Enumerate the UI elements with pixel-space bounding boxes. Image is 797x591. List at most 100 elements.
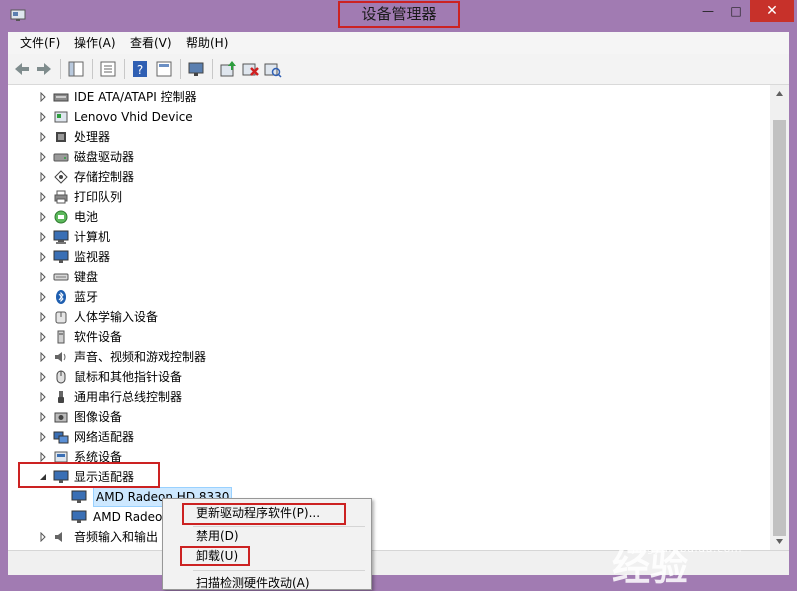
tree-item-label: 键盘 xyxy=(74,270,99,284)
tree-category-row[interactable]: 存储控制器 xyxy=(8,167,770,187)
toolbar: ? xyxy=(8,54,789,85)
tree-category-row[interactable]: 声音、视频和游戏控制器 xyxy=(8,347,770,367)
forward-arrow-icon[interactable] xyxy=(34,59,54,79)
menu-bar: 文件(F) 操作(A) 查看(V) 帮助(H) xyxy=(8,32,789,54)
imaging-device-icon xyxy=(54,412,68,423)
monitor-icon[interactable] xyxy=(186,59,206,79)
menu-help[interactable]: 帮助(H) xyxy=(186,32,228,54)
watermark-url: jingyan.baidu.com xyxy=(632,542,743,555)
back-arrow-icon[interactable] xyxy=(12,59,32,79)
tree-item-label: 声音、视频和游戏控制器 xyxy=(74,350,207,364)
menu-separator xyxy=(193,570,365,571)
tree-category-row[interactable]: 通用串行总线控制器 xyxy=(8,387,770,407)
storage-controller-icon xyxy=(54,170,68,184)
menu-file[interactable]: 文件(F) xyxy=(20,32,60,54)
keyboard-icon xyxy=(53,273,69,281)
tree-category-row[interactable]: 磁盘驱动器 xyxy=(8,147,770,167)
maximize-button[interactable]: □ xyxy=(722,0,750,22)
help-icon[interactable]: ? xyxy=(130,59,150,79)
expand-arrow-icon[interactable] xyxy=(38,132,48,142)
tree-category-row[interactable]: 网络适配器 xyxy=(8,427,770,447)
tree-item-label: IDE ATA/ATAPI 控制器 xyxy=(74,90,197,104)
tree-category-row[interactable]: 计算机 xyxy=(8,227,770,247)
tree-item-label: 通用串行总线控制器 xyxy=(74,390,183,404)
disk-drive-icon xyxy=(53,153,69,162)
tree-item-label: 鼠标和其他指针设备 xyxy=(74,370,183,384)
tree-category-row[interactable]: 电池 xyxy=(8,207,770,227)
toolbar-separator xyxy=(180,59,181,79)
highlight-display-adapters xyxy=(18,462,160,488)
menu-item-disable[interactable]: 禁用(D) xyxy=(196,526,239,546)
uninstall-device-icon[interactable] xyxy=(240,59,260,79)
vertical-scrollbar[interactable] xyxy=(770,85,789,550)
expand-arrow-icon[interactable] xyxy=(38,272,48,282)
audio-io-icon xyxy=(55,532,62,542)
tree-category-row[interactable]: 软件设备 xyxy=(8,327,770,347)
svg-text:?: ? xyxy=(137,63,143,77)
tree-item-label: 磁盘驱动器 xyxy=(74,150,135,164)
highlight-uninstall xyxy=(180,546,250,566)
expand-arrow-icon[interactable] xyxy=(38,252,48,262)
tree-item-label: 图像设备 xyxy=(74,410,123,424)
expand-arrow-icon[interactable] xyxy=(38,192,48,202)
expand-arrow-icon[interactable] xyxy=(38,172,48,182)
ide-controller-icon xyxy=(53,93,69,102)
tree-item-label: 处理器 xyxy=(74,130,111,144)
expand-arrow-icon[interactable] xyxy=(38,352,48,362)
display-adapter-icon xyxy=(71,510,87,523)
expand-arrow-icon[interactable] xyxy=(38,312,48,322)
tree-category-row[interactable]: IDE ATA/ATAPI 控制器 xyxy=(8,87,770,107)
expand-arrow-icon[interactable] xyxy=(38,112,48,122)
menu-item-scan-hardware[interactable]: 扫描检测硬件改动(A) xyxy=(196,573,310,589)
scan-hardware-icon[interactable] xyxy=(262,59,282,79)
tree-item-label: 网络适配器 xyxy=(74,430,135,444)
show-hide-tree-icon[interactable] xyxy=(66,59,86,79)
toolbar-separator xyxy=(212,59,213,79)
tree-item-label: 音频输入和输出 xyxy=(74,530,159,544)
tree-category-row[interactable]: 蓝牙 xyxy=(8,287,770,307)
toolbar-separator xyxy=(124,59,125,79)
tree-category-row[interactable]: 键盘 xyxy=(8,267,770,287)
update-driver-icon[interactable] xyxy=(218,59,238,79)
expand-arrow-icon[interactable] xyxy=(38,372,48,382)
tree-item-label: 蓝牙 xyxy=(74,290,99,304)
speaker-icon xyxy=(55,352,66,362)
scroll-up-arrow-icon[interactable] xyxy=(770,85,789,102)
tree-item-label: Lenovo Vhid Device xyxy=(74,110,193,124)
properties-icon[interactable] xyxy=(98,59,118,79)
tree-category-row[interactable]: Lenovo Vhid Device xyxy=(8,107,770,127)
tree-category-row[interactable]: 人体学输入设备 xyxy=(8,307,770,327)
close-button[interactable]: ✕ xyxy=(750,0,794,22)
software-device-icon xyxy=(57,330,65,344)
expand-arrow-icon[interactable] xyxy=(38,532,48,542)
expand-arrow-icon[interactable] xyxy=(38,392,48,402)
minimize-button[interactable]: — xyxy=(694,0,722,22)
tree-category-row[interactable]: 图像设备 xyxy=(8,407,770,427)
expand-arrow-icon[interactable] xyxy=(38,432,48,442)
expand-arrow-icon[interactable] xyxy=(38,212,48,222)
battery-icon xyxy=(54,210,68,224)
scroll-thumb[interactable] xyxy=(773,120,786,536)
expand-arrow-icon[interactable] xyxy=(38,452,48,462)
tree-category-row[interactable]: 处理器 xyxy=(8,127,770,147)
expand-arrow-icon[interactable] xyxy=(38,152,48,162)
tree-category-row[interactable]: 打印队列 xyxy=(8,187,770,207)
expand-arrow-icon[interactable] xyxy=(38,412,48,422)
menu-action[interactable]: 操作(A) xyxy=(74,32,116,54)
tree-category-row[interactable]: 监视器 xyxy=(8,247,770,267)
tree-item-label: 人体学输入设备 xyxy=(74,310,159,324)
title-bar: 设备管理器 — □ ✕ xyxy=(0,0,797,32)
menu-view[interactable]: 查看(V) xyxy=(130,32,172,54)
baidu-jingyan-watermark: Bai du 经验 jingyan.baidu.com xyxy=(612,492,787,589)
expand-arrow-icon[interactable] xyxy=(38,232,48,242)
tree-category-row[interactable]: 鼠标和其他指针设备 xyxy=(8,367,770,387)
expand-arrow-icon[interactable] xyxy=(38,292,48,302)
expand-arrow-icon[interactable] xyxy=(38,92,48,102)
usb-controller-icon xyxy=(58,391,64,403)
display-adapter-icon xyxy=(71,490,87,503)
view-icon[interactable] xyxy=(154,59,174,79)
expand-arrow-icon[interactable] xyxy=(38,332,48,342)
tree-item-label: 电池 xyxy=(74,210,99,224)
tree-item-label: 存储控制器 xyxy=(74,170,135,184)
network-adapter-icon xyxy=(53,431,69,444)
